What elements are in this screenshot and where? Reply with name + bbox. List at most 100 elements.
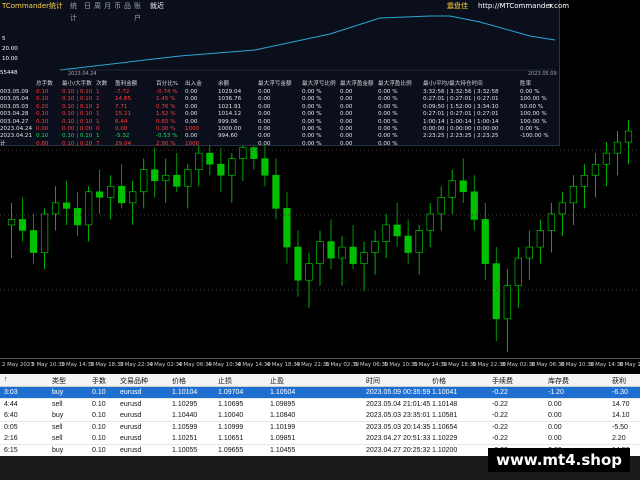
order-cell-type: sell <box>52 435 63 442</box>
order-row[interactable]: 2:16 sell 0.10 eurusd 1.10251 1.10651 1.09851 2… <box>0 433 640 445</box>
time-axis-label: 2 May 2023 <box>2 362 34 368</box>
stats-col-header: 胜率 <box>520 81 532 87</box>
candle-body <box>162 174 170 182</box>
candle-body <box>272 174 280 209</box>
order-cell-sl: 1.09655 <box>218 446 244 454</box>
candle-body <box>360 252 368 264</box>
candle-body <box>569 185 578 204</box>
order-cell-time_open: 2:16 <box>4 435 18 442</box>
candle-body <box>118 185 126 204</box>
order-cell-type: buy <box>52 389 64 396</box>
candle-body <box>525 246 533 259</box>
candle-body <box>74 208 82 226</box>
order-cell-lots: 0.10 <box>92 400 106 408</box>
order-cell-time_close: 2023.04.27 20:51:33 <box>366 435 431 442</box>
orders-col-header[interactable]: 止损 <box>218 376 232 386</box>
candle-body <box>327 241 335 259</box>
stats-col-header: 最小/大手数 <box>62 81 92 87</box>
candle-body <box>448 180 456 198</box>
orders-header: ↑ 类型 手数 交易品种 价格 止损 止盈 时间 价格 手续费 库存费 获利 <box>0 374 640 387</box>
orders-col-header[interactable]: 手数 <box>92 376 106 386</box>
orders-col-header[interactable]: 手续费 <box>492 376 513 386</box>
order-cell-time_open: 3:03 <box>4 389 18 396</box>
candle-body <box>624 130 633 143</box>
stats-header-row: 总手数 最小/大手数 次数 盈利金额 百分比% 出入金 余额 最大浮亏金额 最大浮亏比例 最大浮盈… <box>0 80 560 88</box>
stats-cell-pct: 2.90 % <box>156 140 176 147</box>
candle-body <box>503 285 511 320</box>
stats-cell-io: 1000 <box>185 140 200 147</box>
candle-body <box>393 224 401 237</box>
order-cell-close_price: 1.10229 <box>432 435 458 442</box>
order-cell-time_close: 2023.05.03 20:14:35 <box>366 423 431 431</box>
stats-row[interactable]: 计 0.80 0.10 | 0.10 7 29.04 2.90 % 1000 0.00 0.00… <box>0 140 560 148</box>
stats-cell-fl_pct: 0.00 % <box>302 140 322 147</box>
candle-body <box>51 202 60 215</box>
equity-left-value-3: 10.00 <box>2 56 18 62</box>
order-row[interactable]: 4:44 sell 0.10 eurusd 1.10295 1.10695 1.09895 2… <box>0 398 640 411</box>
time-axis-label: 8 May 18:30 <box>619 362 640 368</box>
orders-col-header[interactable]: 时间 <box>366 376 380 386</box>
order-cell-lots: 0.10 <box>92 446 106 454</box>
candle-body <box>184 169 192 187</box>
order-cell-tp: 1.10840 <box>270 412 296 419</box>
candle-body <box>228 158 236 176</box>
candle-body <box>96 191 104 198</box>
order-cell-swap: 0.00 <box>548 423 562 431</box>
order-row[interactable]: 6:40 buy 0.10 eurusd 1.10440 1.10040 1.10840 20… <box>0 410 640 422</box>
candle-body <box>7 219 16 226</box>
stats-row-label: 计 <box>0 140 6 147</box>
order-cell-lots: 0.10 <box>92 423 106 431</box>
order-row[interactable]: 3:03 buy 0.10 eurusd 1.10104 1.09704 1.10504 20… <box>0 387 640 399</box>
stats-col-header: 最大浮盈比例 <box>378 81 412 87</box>
stats-col-header: 最小/平均/最大持仓时间 <box>423 81 483 87</box>
order-cell-price: 1.10055 <box>172 446 198 454</box>
order-cell-symbol: eurusd <box>120 423 142 431</box>
order-cell-symbol: eurusd <box>120 446 142 454</box>
stats-cell-total: 0.80 <box>36 140 49 147</box>
order-cell-symbol: eurusd <box>120 435 142 442</box>
candle-body <box>338 246 346 259</box>
orders-col-header[interactable]: ↑ <box>4 376 8 383</box>
orders-col-header[interactable]: 类型 <box>52 376 66 386</box>
order-cell-price: 1.10295 <box>172 400 198 408</box>
order-cell-tp: 1.09895 <box>270 400 296 408</box>
order-cell-type: sell <box>52 423 63 431</box>
orders-col-header[interactable]: 获利 <box>612 376 626 386</box>
candle-body <box>140 169 148 193</box>
order-cell-type: buy <box>52 412 64 419</box>
order-cell-lots: 0.10 <box>92 389 106 396</box>
candle-body <box>613 141 622 154</box>
equity-left-value-1: 5 <box>2 36 6 42</box>
order-cell-lots: 0.10 <box>92 435 106 442</box>
order-cell-profit: 2.20 <box>612 435 626 442</box>
candle-body <box>558 202 566 215</box>
order-row[interactable]: 0:05 sell 0.10 eurusd 1.10599 1.10999 1.10199 2… <box>0 421 640 434</box>
order-cell-sl: 1.10999 <box>218 423 244 431</box>
statistics-panel: TCommander统计 统计 日 周 月 币 品 账户 就近 震盘佳 http… <box>0 0 569 148</box>
watermark: www.mt4.shop <box>488 448 630 472</box>
stats-col-header: 余额 <box>218 81 230 87</box>
order-cell-sl: 1.09704 <box>218 389 244 396</box>
orders-col-header[interactable]: 交易品种 <box>120 376 148 386</box>
candle-body <box>459 180 467 193</box>
order-cell-sl: 1.10040 <box>218 412 244 419</box>
equity-left-value-2: 20.00 <box>2 46 18 52</box>
orders-col-header[interactable]: 价格 <box>432 376 446 386</box>
stats-cell-fl_amt: 0.00 <box>258 140 271 147</box>
candle-body <box>173 174 181 187</box>
orders-col-header[interactable]: 价格 <box>172 376 186 386</box>
orders-col-header[interactable]: 止盈 <box>270 376 284 386</box>
order-cell-time_close: 2023.05.04 21:01:45 <box>366 400 431 408</box>
candle-body <box>602 152 611 165</box>
candle-body <box>426 213 434 231</box>
order-cell-swap: 0.00 <box>548 435 562 442</box>
candle-body <box>415 230 423 253</box>
candle-body <box>217 163 225 176</box>
orders-col-header[interactable]: 库存费 <box>548 376 569 386</box>
candle-body <box>382 224 390 242</box>
order-cell-commission: -0.22 <box>492 412 508 419</box>
order-cell-tp: 1.10455 <box>270 446 296 454</box>
stats-col-header: 最大浮盈金额 <box>340 81 374 87</box>
order-cell-time_close: 2023.04.27 20:25:32 <box>366 446 431 454</box>
order-cell-time_open: 0:05 <box>4 423 18 431</box>
